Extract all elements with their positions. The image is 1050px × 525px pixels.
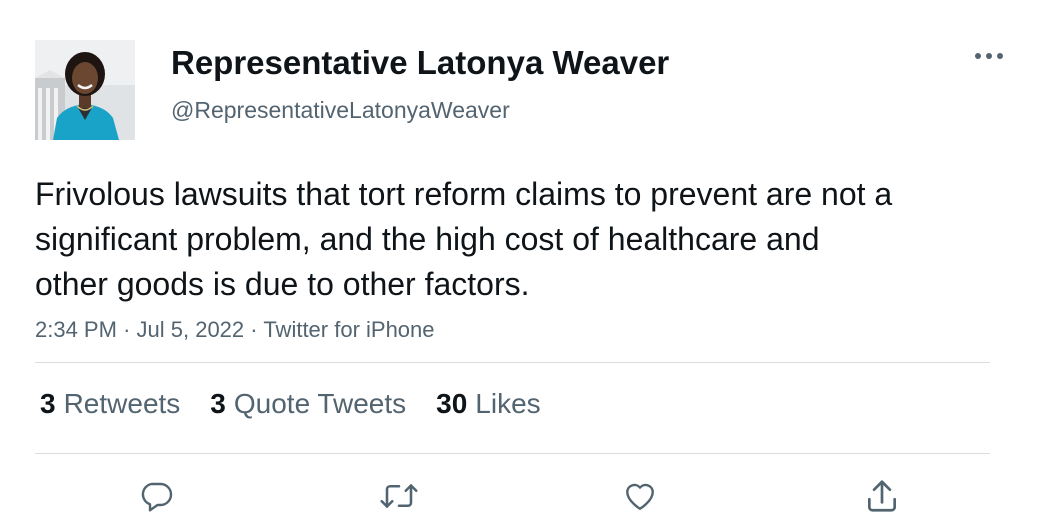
avatar[interactable] [35, 40, 135, 140]
quote-tweets-stat[interactable]: 3 Quote Tweets [210, 388, 406, 420]
likes-label: Likes [475, 388, 541, 419]
tweet-source[interactable]: Twitter for iPhone [263, 317, 434, 342]
meta-separator: · [123, 317, 131, 342]
tweet-stats: 3 Retweets 3 Quote Tweets 30 Likes [40, 388, 541, 420]
divider [35, 362, 990, 363]
retweet-icon [380, 484, 418, 508]
meta-separator: · [250, 317, 258, 342]
like-button[interactable] [618, 474, 662, 518]
retweets-stat[interactable]: 3 Retweets [40, 388, 180, 420]
retweet-button[interactable] [377, 474, 421, 518]
likes-stat[interactable]: 30 Likes [436, 388, 541, 420]
share-button[interactable] [860, 474, 904, 518]
profile-photo-icon [35, 40, 135, 140]
share-icon [867, 480, 897, 512]
tweet-time[interactable]: 2:34 PM [35, 317, 117, 342]
tweet-meta: 2:34 PM · Jul 5, 2022 · Twitter for iPho… [35, 317, 435, 343]
author-handle[interactable]: @RepresentativeLatonyaWeaver [171, 97, 510, 124]
tweet-date[interactable]: Jul 5, 2022 [137, 317, 245, 342]
reply-button[interactable] [134, 474, 178, 518]
reply-icon [141, 482, 173, 512]
tweet-card: Representative Latonya Weaver @Represent… [0, 0, 1050, 525]
retweets-count: 3 [40, 388, 56, 419]
action-bar [0, 474, 1050, 518]
divider [35, 453, 990, 454]
more-options-button[interactable] [968, 40, 1010, 72]
likes-count: 30 [436, 388, 468, 419]
quote-tweets-label: Quote Tweets [233, 388, 407, 419]
quote-tweets-count: 3 [210, 388, 226, 419]
author-display-name[interactable]: Representative Latonya Weaver [171, 44, 669, 82]
heart-icon [626, 483, 654, 510]
more-dots-icon [975, 53, 1003, 59]
tweet-text: Frivolous lawsuits that tort reform clai… [35, 176, 893, 302]
retweets-label: Retweets [63, 388, 181, 419]
